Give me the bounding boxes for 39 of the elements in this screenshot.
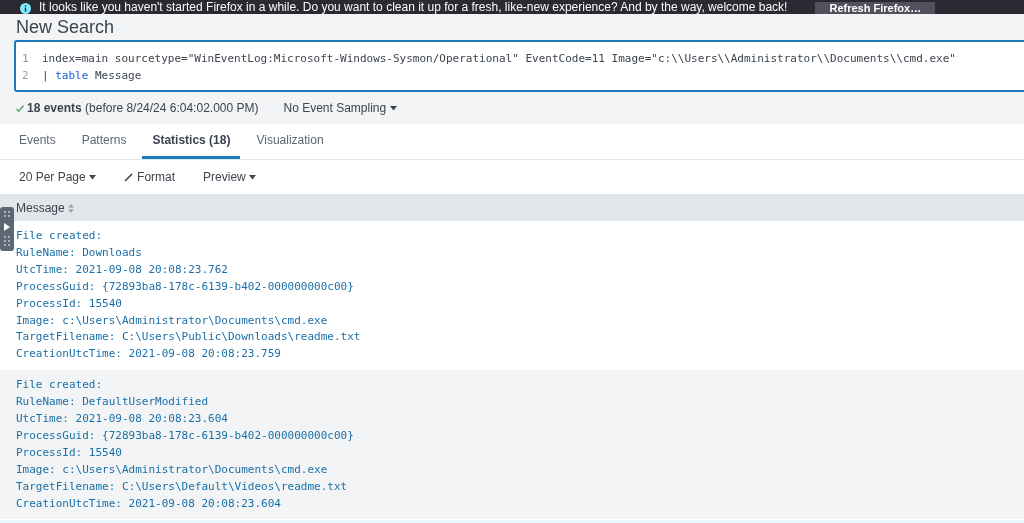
page-title: New Search	[16, 18, 115, 36]
message-line: UtcTime: 2021-09-08 20:08:23.762	[16, 261, 229, 278]
results-tab[interactable]: Patterns	[71, 124, 137, 159]
dropdown-button[interactable]: 20 Per Page	[12, 166, 104, 188]
notification-message: It looks like you haven't started Firefox in a while. Do you want to clean it up for a fresh, like-new experience? And by the way, welcome back!	[39, 1, 788, 14]
message-line: File created:	[16, 228, 104, 244]
results-tab[interactable]: Statistics (18)	[142, 124, 241, 159]
column-header[interactable]: Message	[16, 198, 75, 217]
message-line: RuleName: Downloads	[16, 244, 143, 261]
message-line: File created:	[16, 377, 104, 394]
message-line: CreationUtcTime: 2021-09-08 20:08:23.604	[16, 495, 282, 512]
message-line: TargetFilename: C:\Users\Public\Downloads\readme.txt	[16, 329, 362, 346]
results-tab[interactable]: Events	[9, 124, 66, 159]
caret-icon	[249, 175, 257, 181]
message-line: ProcessId: 15540	[16, 444, 123, 461]
pencil-icon	[124, 173, 134, 183]
event-count-status: 18 events (before 8/24/24 6:04:02.000 PM)	[16, 99, 259, 117]
format-button[interactable]: Format	[117, 166, 183, 188]
checkmark-icon	[16, 105, 24, 113]
results-tab[interactable]: Visualization	[246, 124, 334, 159]
message-line: UtcTime: 2021-09-08 20:08:23.604	[16, 411, 229, 428]
message-line: RuleName: DefaultUserModified	[16, 394, 210, 411]
caret-icon	[89, 175, 97, 181]
panel-handle-icon[interactable]	[0, 207, 14, 251]
line-number: 1	[22, 51, 30, 67]
message-line: CreationUtcTime: 2021-09-08 20:08:23.759	[16, 346, 282, 363]
sampling-dropdown[interactable]: No Event Sampling	[276, 97, 404, 119]
dropdown-button[interactable]: Preview	[196, 166, 264, 188]
line-number: 2	[22, 68, 30, 84]
refresh-button[interactable]: Refresh Firefox…	[815, 2, 936, 14]
message-line: Image: c:\Users\Administrator\Documents\cmd.exe	[16, 312, 329, 329]
message-line: ProcessId: 15540	[16, 295, 123, 312]
message-line: ProcessGuid: {72893ba8-178c-6139-b402-000000000c00}	[16, 278, 355, 295]
message-line: TargetFilename: C:\Users\Default\Videos\readme.txt	[16, 478, 349, 495]
sort-icon	[68, 203, 75, 213]
search-query-field[interactable]: 1 index=main sourcetype="WinEventLog:Microsoft-Windows-Sysmon/Operational" EventCode=11 Image="c:\\Users\\Administrator\\Documents\\cmd.exe" 2 | table Message	[14, 40, 1024, 92]
message-line: Image: c:\Users\Administrator\Documents\cmd.exe	[16, 461, 329, 478]
caret-icon	[389, 106, 397, 112]
message-line: ProcessGuid: {72893ba8-178c-6139-b402-000000000c00}	[16, 427, 355, 444]
